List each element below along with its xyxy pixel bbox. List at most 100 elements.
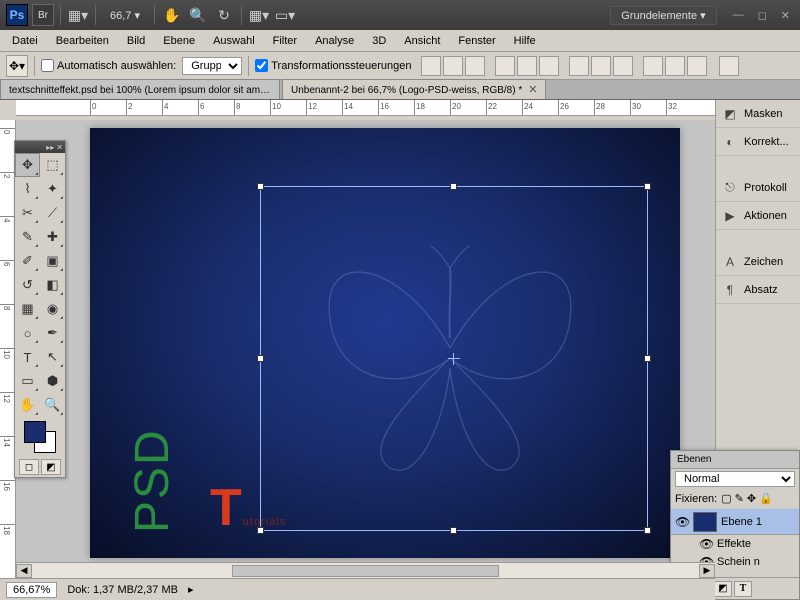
status-doc-size[interactable]: Dok: 1,37 MB/2,37 MB (67, 584, 178, 596)
layer-effects-row[interactable]: 👁Effekte (671, 535, 799, 553)
align-vcenter-icon[interactable] (443, 56, 463, 76)
layer-mask-icon[interactable]: ◩ (714, 581, 732, 597)
menu-datei[interactable]: Datei (4, 32, 46, 50)
panel-tab-korrekt[interactable]: ◐Korrekt... (716, 128, 800, 156)
menu-auswahl[interactable]: Auswahl (205, 32, 263, 50)
dodge-tool[interactable]: ○ (15, 321, 40, 345)
menu-ansicht[interactable]: Ansicht (396, 32, 448, 50)
crop-tool[interactable]: ✂ (15, 201, 40, 225)
foreground-color-swatch[interactable] (24, 421, 46, 443)
pen-tool[interactable]: ✒ (40, 321, 65, 345)
auto-align-icon[interactable] (719, 56, 739, 76)
slice-tool[interactable]: ⟋ (40, 201, 65, 225)
view-extras-icon[interactable]: ▦▾ (67, 4, 89, 26)
color-swatches[interactable] (24, 421, 56, 453)
handle-tl[interactable] (257, 183, 264, 190)
rotate-view-icon[interactable]: ↻ (213, 4, 235, 26)
menu-hilfe[interactable]: Hilfe (506, 32, 544, 50)
stamp-tool[interactable]: ▣ (40, 249, 65, 273)
quickmask-mode-icon[interactable]: ◩ (41, 459, 61, 475)
handle-tr[interactable] (644, 183, 651, 190)
transform-controls-checkbox[interactable]: Transformationssteuerungen (255, 59, 411, 72)
handle-bm[interactable] (450, 527, 457, 534)
close-icon[interactable]: ✕ (777, 7, 794, 24)
heal-tool[interactable]: ✚ (40, 225, 65, 249)
auto-select-type-dropdown[interactable]: Gruppe (182, 57, 242, 75)
menu-3d[interactable]: 3D (364, 32, 394, 50)
marquee-tool[interactable]: ⬚ (40, 153, 65, 177)
handle-bl[interactable] (257, 527, 264, 534)
panel-tab-absatz[interactable]: ¶Absatz (716, 276, 800, 304)
panel-tab-aktionen[interactable]: ▶Aktionen (716, 202, 800, 230)
dist-bottom-icon[interactable] (613, 56, 633, 76)
dist-left-icon[interactable] (643, 56, 663, 76)
zoom-level[interactable]: 66,7 (110, 10, 131, 22)
hand-tool[interactable]: ✋ (15, 393, 40, 417)
align-right-icon[interactable] (539, 56, 559, 76)
eraser-tool[interactable]: ◧ (40, 273, 65, 297)
move-tool[interactable]: ✥ (15, 153, 40, 177)
toolbox-menu-icon[interactable]: ▸▸ (46, 143, 54, 152)
blur-tool[interactable]: ◉ (40, 297, 65, 321)
dist-vcenter-icon[interactable] (591, 56, 611, 76)
menu-bild[interactable]: Bild (119, 32, 153, 50)
history-tool[interactable]: ↺ (15, 273, 40, 297)
menu-ebene[interactable]: Ebene (155, 32, 203, 50)
move-tool-preset-icon[interactable]: ✥▾ (6, 55, 28, 77)
handle-tm[interactable] (450, 183, 457, 190)
arrange-docs-icon[interactable]: ▦▾ (248, 4, 270, 26)
maximize-icon[interactable]: ◻ (754, 7, 771, 24)
align-hcenter-icon[interactable] (517, 56, 537, 76)
panel-tab-zeichen[interactable]: AZeichen (716, 248, 800, 276)
align-left-icon[interactable] (495, 56, 515, 76)
bridge-logo-icon[interactable]: Br (32, 4, 54, 26)
menu-fenster[interactable]: Fenster (450, 32, 503, 50)
minimize-icon[interactable]: — (729, 7, 748, 24)
shape-tool[interactable]: ▭ (15, 369, 40, 393)
horizontal-scrollbar[interactable]: ◀ ▶ (16, 562, 715, 578)
standard-mode-icon[interactable]: ◻ (19, 459, 39, 475)
wand-tool[interactable]: ✦ (40, 177, 65, 201)
panel-tab-masken[interactable]: ◩Masken (716, 100, 800, 128)
zoom-tool[interactable]: 🔍 (40, 393, 65, 417)
align-top-icon[interactable] (421, 56, 441, 76)
layer-row[interactable]: 👁 Ebene 1 (671, 509, 799, 535)
dist-hcenter-icon[interactable] (665, 56, 685, 76)
canvas-viewport[interactable]: PSD Tutorials (16, 120, 715, 578)
zoom-tool-icon[interactable]: 🔍 (187, 4, 209, 26)
visibility-eye-icon[interactable]: 👁 (675, 515, 689, 529)
menu-filter[interactable]: Filter (265, 32, 305, 50)
brush-tool[interactable]: ✐ (15, 249, 40, 273)
scroll-left-icon[interactable]: ◀ (16, 564, 32, 578)
layer-thumbnail[interactable] (693, 512, 717, 532)
hand-tool-icon[interactable]: ✋ (161, 4, 183, 26)
path-tool[interactable]: ↖ (40, 345, 65, 369)
handle-mr[interactable] (644, 355, 651, 362)
layer-name[interactable]: Ebene 1 (721, 516, 762, 528)
gradient-tool[interactable]: ▦ (15, 297, 40, 321)
blend-mode-dropdown[interactable]: Normal (675, 471, 795, 487)
eyedrop-tool[interactable]: ✎ (15, 225, 40, 249)
type-tool[interactable]: T (15, 345, 40, 369)
document-tab[interactable]: Unbenannt-2 bei 66,7% (Logo-PSD-weiss, R… (282, 79, 546, 99)
menu-bearbeiten[interactable]: Bearbeiten (48, 32, 117, 50)
transform-center-icon[interactable] (448, 353, 460, 365)
tab-close-icon[interactable]: ✕ (528, 84, 537, 96)
3d-tool[interactable]: ⬢ (40, 369, 65, 393)
document-tab[interactable]: textschnitteffekt.psd bei 100% (Lorem ip… (0, 79, 280, 99)
scroll-thumb[interactable] (232, 565, 499, 577)
auto-select-checkbox[interactable]: Automatisch auswählen: (41, 59, 176, 72)
lasso-tool[interactable]: ⌇ (15, 177, 40, 201)
scroll-right-icon[interactable]: ▶ (699, 564, 715, 578)
text-T-icon[interactable]: T (734, 581, 752, 597)
handle-br[interactable] (644, 527, 651, 534)
screen-mode-icon[interactable]: ▭▾ (274, 4, 296, 26)
transform-bounding-box[interactable] (260, 186, 648, 531)
toolbox-close-icon[interactable]: ✕ (56, 143, 63, 152)
dist-top-icon[interactable] (569, 56, 589, 76)
document-canvas[interactable]: PSD Tutorials (90, 128, 680, 558)
panel-tab-protokoll[interactable]: ⎋Protokoll (716, 174, 800, 202)
status-zoom[interactable]: 66,67% (6, 582, 57, 598)
align-bottom-icon[interactable] (465, 56, 485, 76)
layers-tab[interactable]: Ebenen (671, 451, 799, 469)
